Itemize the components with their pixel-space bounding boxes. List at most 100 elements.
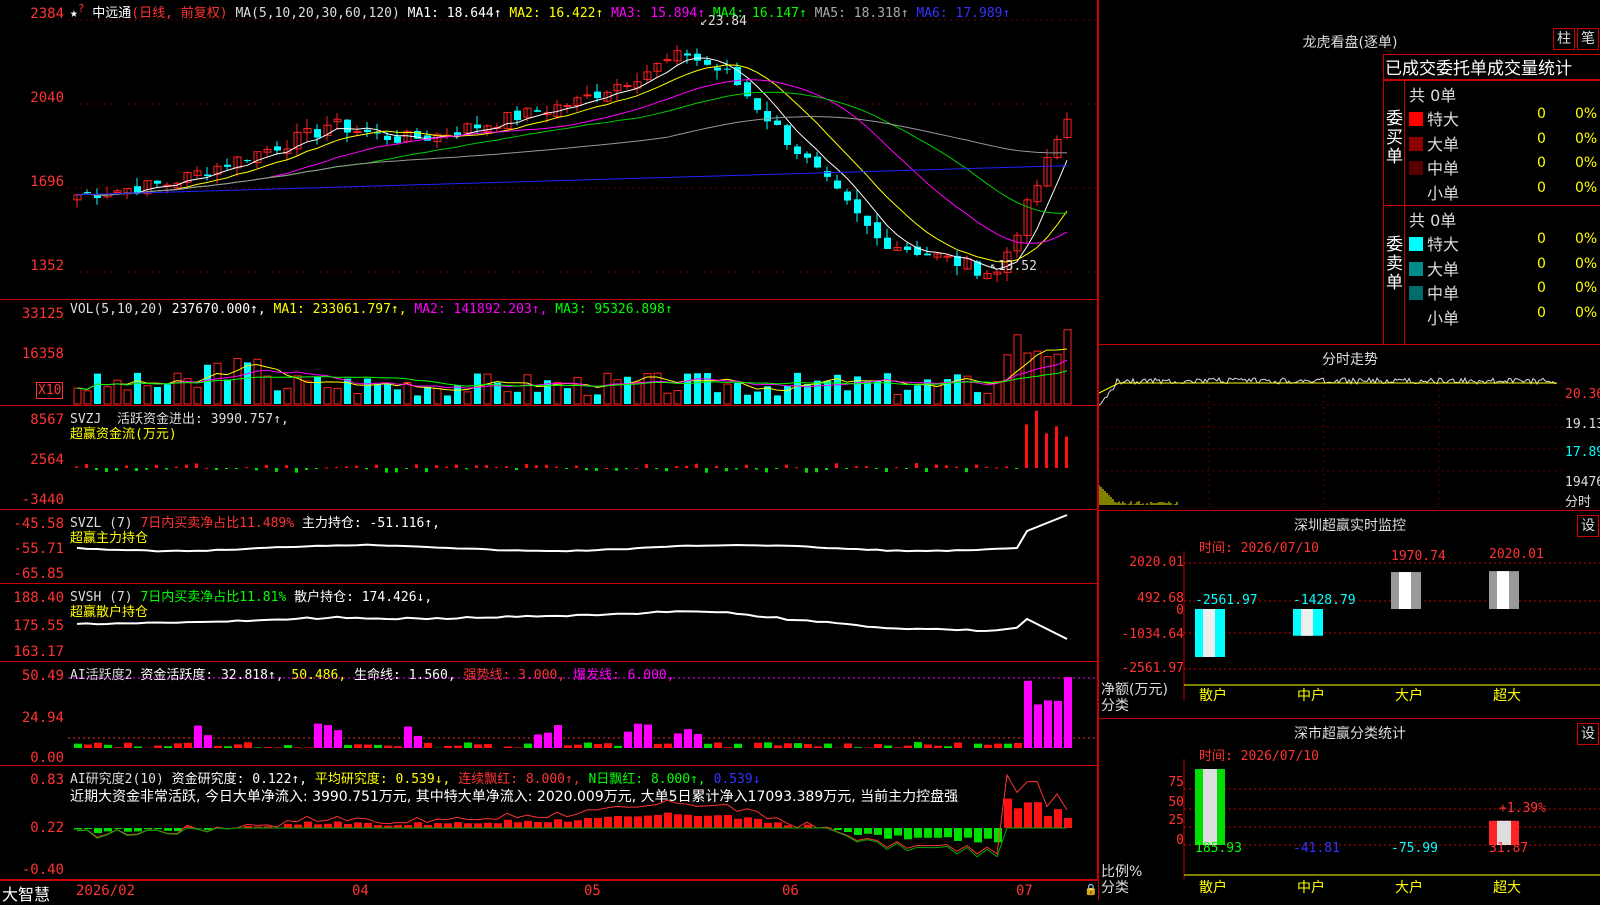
flow-bar <box>415 464 418 468</box>
activity-bar <box>674 733 682 748</box>
volume-bar <box>104 387 111 404</box>
volume-bar <box>274 390 281 404</box>
research-bar <box>884 828 892 839</box>
money-flow-chart[interactable] <box>68 406 1098 510</box>
candle-body <box>684 53 691 55</box>
flow-bar <box>435 465 438 468</box>
settings-icon[interactable]: ? <box>78 2 85 15</box>
candle-body <box>314 129 321 137</box>
activity-bar <box>634 724 642 748</box>
activity-bar <box>264 747 272 748</box>
retail-holding-chart[interactable] <box>68 584 1098 662</box>
svzj-panel[interactable]: SVZJ 活跃资金进出: 3990.757↑, 超赢资金流(万元) 8567 2… <box>0 406 1098 510</box>
flow-bar <box>855 466 858 468</box>
lock-icon[interactable]: 🔒 <box>1084 883 1098 896</box>
candle-body <box>514 111 521 120</box>
flow-bar <box>385 468 388 473</box>
buy-row: 小单 <box>1409 180 1459 204</box>
ai-activity-chart[interactable] <box>68 662 1098 766</box>
volume-bar <box>164 384 171 404</box>
research-bar <box>1004 799 1012 828</box>
monitor-panel: 深圳超赢实时监控 设 时间: 2026/07/10 净额(万元) 分类 2020… <box>1098 510 1600 718</box>
activity-bar <box>694 734 702 748</box>
volume-bar <box>564 388 571 404</box>
flow-bar <box>155 465 158 468</box>
ai-research-panel[interactable]: AI研究度2(10) 资金研究度: 0.122↑, 平均研究度: 0.539↓,… <box>0 766 1098 880</box>
classify-panel: 深市超赢分类统计 设 时间: 2026/07/10 比例% 分类 7550250… <box>1098 718 1600 900</box>
percent-value: 0% <box>1575 155 1597 171</box>
research-bar <box>164 828 172 831</box>
candle-body <box>344 120 351 133</box>
count-value: 0 <box>1537 106 1546 122</box>
percent-value: 0% <box>1575 231 1597 247</box>
candle-body <box>904 247 911 250</box>
flow-bar <box>255 468 258 470</box>
tick-mode-button[interactable]: 笔 <box>1577 28 1599 50</box>
candle-body <box>804 154 811 158</box>
activity-bar <box>424 743 432 748</box>
flow-bar <box>985 467 988 468</box>
volume-bar <box>1044 357 1051 404</box>
volume-bar <box>384 383 391 404</box>
volume-bar <box>334 388 341 404</box>
research-bar <box>344 824 352 828</box>
svsh-panel[interactable]: SVSH (7) 7日内买卖净占比11.81% 散户持仓: 174.426↓, … <box>0 584 1098 662</box>
color-swatch <box>1409 286 1423 300</box>
flow-bar <box>75 467 78 468</box>
retail-holding-line <box>77 611 1067 639</box>
research-bar <box>494 823 502 828</box>
sell-total: 共 0单 <box>1409 207 1456 231</box>
flow-bar <box>565 468 568 469</box>
flow-bar <box>735 468 738 469</box>
candle-body <box>474 124 481 128</box>
category-label: 中户 <box>1281 877 1341 897</box>
volume-bar <box>84 391 91 404</box>
ai-activity-panel[interactable]: AI活跃度2 资金活跃度: 32.818↑, 50.486, 生命线: 1.56… <box>0 662 1098 766</box>
activity-bar <box>224 746 232 748</box>
bar-mode-button[interactable]: 柱 <box>1553 28 1575 50</box>
research-bar <box>94 828 102 833</box>
flow-bar <box>595 468 598 471</box>
flow-bar <box>105 468 108 472</box>
y-tick: 75 <box>1099 775 1184 790</box>
research-bar <box>864 828 872 834</box>
candlestick-chart[interactable] <box>68 18 1098 298</box>
main-holding-chart[interactable] <box>68 510 1098 584</box>
activity-bar <box>234 744 242 748</box>
activity-bar <box>1024 681 1032 748</box>
price-panel[interactable]: ★? 中远通(日线, 前复权) MA(5,10,20,30,60,120) MA… <box>0 0 1098 300</box>
volume-chart[interactable] <box>68 316 1098 406</box>
percent-value: 0% <box>1575 305 1597 321</box>
ai-research-chart[interactable] <box>68 766 1098 880</box>
volume-bar <box>284 388 291 404</box>
flow-bar <box>795 467 798 468</box>
flow-bar <box>975 464 978 468</box>
flow-bar <box>835 463 838 468</box>
sell-row: 小单 <box>1409 305 1459 329</box>
flow-bar <box>345 466 348 468</box>
volume-bar <box>844 390 851 404</box>
intraday-panel[interactable]: 分时走势 20.36 19.13 17.89 19476 分时 <box>1098 344 1600 510</box>
volume-bar <box>994 381 1001 404</box>
volume-panel[interactable]: VOL(5,10,20) 237670.000↑, MA1: 233061.79… <box>0 300 1098 406</box>
flow-bar <box>365 468 368 469</box>
count-value: 0 <box>1537 280 1546 296</box>
volume-bar <box>514 392 521 404</box>
activity-bar <box>704 744 712 748</box>
activity-bar <box>364 745 372 748</box>
stat-title: 已成交委托单成交量统计 <box>1385 54 1572 79</box>
candle-body <box>354 132 361 133</box>
y-tick: 0 <box>1099 603 1184 618</box>
flow-bar <box>745 465 748 468</box>
activity-bar <box>654 744 662 748</box>
intraday-chart[interactable] <box>1099 345 1600 511</box>
flow-bar <box>845 468 848 469</box>
volume-bar <box>364 378 371 404</box>
research-bar <box>134 828 142 831</box>
activity-bar <box>524 744 532 748</box>
candle-body <box>624 85 631 86</box>
svzl-panel[interactable]: SVZL (7) 7日内买卖净占比11.489% 主力持仓: -51.116↑,… <box>0 510 1098 584</box>
category-label: 大户 <box>1379 685 1439 705</box>
percent-value: 0% <box>1575 180 1597 196</box>
volume-bar <box>874 381 881 404</box>
